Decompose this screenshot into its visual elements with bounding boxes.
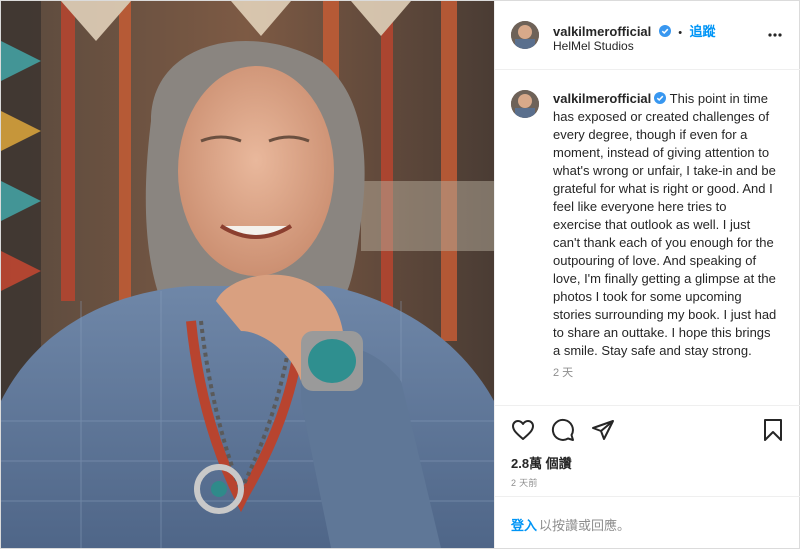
avatar[interactable] <box>511 21 539 49</box>
login-prompt-text: 以按讚或回應。 <box>539 518 631 533</box>
post-date[interactable]: 2 天前 <box>511 476 538 489</box>
more-options-icon[interactable] <box>767 27 783 43</box>
caption-username-link[interactable]: valkilmerofficial <box>553 91 651 106</box>
post-dialog: valkilmerofficial • 追蹤 HelMel Studios va… <box>0 0 800 549</box>
separator-dot: • <box>678 27 683 39</box>
login-link[interactable]: 登入 <box>511 515 537 534</box>
comment-icon[interactable] <box>551 418 575 442</box>
location-link[interactable]: HelMel Studios <box>553 39 634 53</box>
caption-text: This point in time has exposed or create… <box>553 91 777 358</box>
username-link[interactable]: valkilmerofficial <box>553 24 651 39</box>
action-bar <box>495 405 800 456</box>
post-photo[interactable] <box>1 1 494 548</box>
avatar-image <box>511 21 539 49</box>
avatar-image <box>511 90 539 118</box>
caption: valkilmerofficial This point in time has… <box>553 90 778 360</box>
post-header: valkilmerofficial • 追蹤 HelMel Studios <box>495 1 800 70</box>
follow-button[interactable]: 追蹤 <box>690 24 716 39</box>
post-sidebar: valkilmerofficial • 追蹤 HelMel Studios va… <box>494 1 800 548</box>
caption-avatar[interactable] <box>511 90 539 118</box>
verified-badge-icon <box>658 25 671 37</box>
portrait-image <box>1 1 494 548</box>
header-title-row: valkilmerofficial • 追蹤 <box>553 21 716 41</box>
like-count[interactable]: 2.8萬 個讚 <box>511 453 572 472</box>
bookmark-icon[interactable] <box>761 418 785 442</box>
share-icon[interactable] <box>591 418 615 442</box>
login-prompt: 登入 以按讚或回應。 <box>495 496 800 549</box>
verified-badge-icon <box>654 92 667 104</box>
heart-icon[interactable] <box>511 418 535 442</box>
caption-age: 2 天 <box>553 367 574 379</box>
